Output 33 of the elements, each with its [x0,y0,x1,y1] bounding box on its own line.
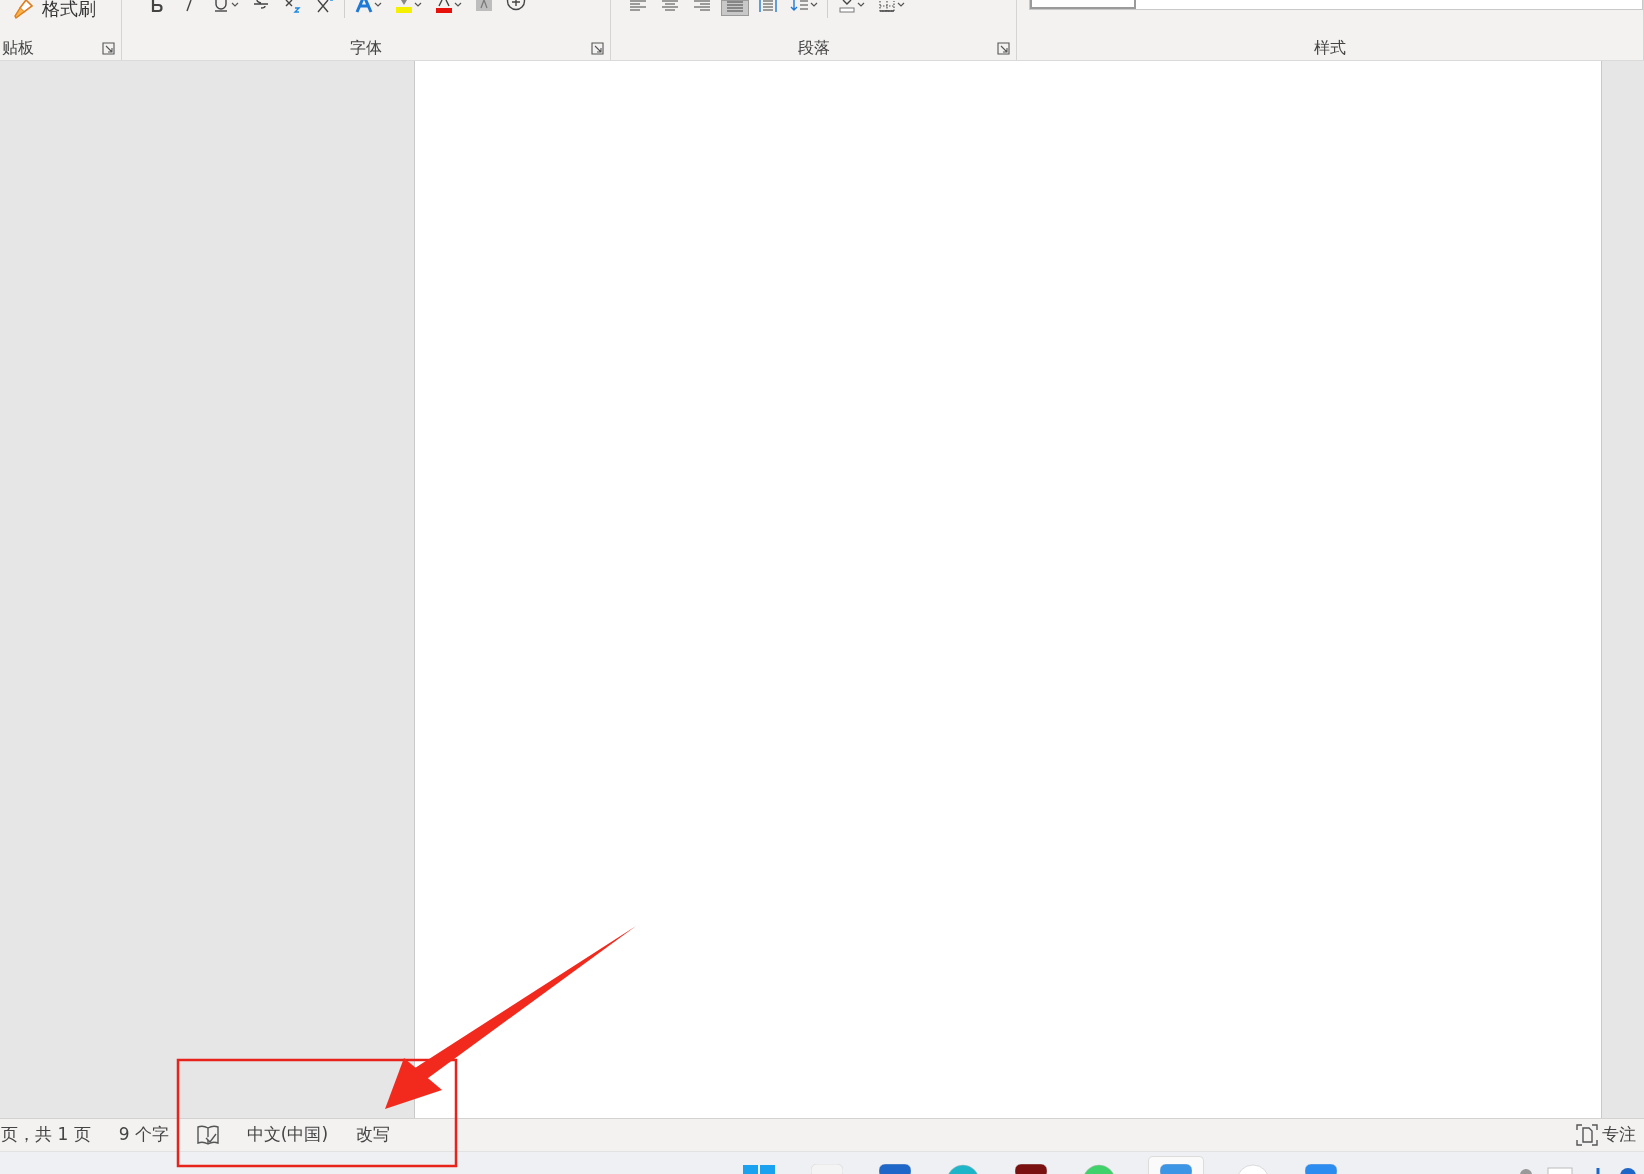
superscript-icon [315,0,335,14]
highlighter-icon [394,0,414,14]
distributed-icon [758,0,778,14]
align-right-icon [692,0,712,14]
justify-icon [725,1,745,15]
windows-logo-icon [742,1164,776,1174]
status-text[interactable]: 9 个字 [118,1122,169,1148]
group-label: 字体 [350,37,382,59]
group-label: 贴板 [2,37,34,59]
status-text[interactable]: 中文(中国) [246,1122,329,1148]
subscript-icon [283,0,303,14]
book-check-icon[interactable] [196,1125,219,1145]
font-color-icon [434,0,454,14]
group-label: 样式 [1314,37,1346,59]
align-center-icon [660,0,680,14]
borders-icon [877,0,897,14]
character-shading-icon [474,0,494,14]
paintbrush-icon [12,0,36,20]
paint-bucket-icon [837,0,857,14]
justify-button[interactable] [721,0,749,16]
system-tray-icon [1518,1166,1638,1174]
status-text[interactable]: 页，共 1 页 [1,1122,91,1148]
dialog-launcher-icon[interactable] [591,42,604,55]
format-painter-button[interactable]: 格式刷 [12,0,96,18]
dialog-launcher-icon[interactable] [102,42,115,55]
style-thumbnail[interactable] [1030,0,1136,9]
focus-icon [1576,1124,1598,1146]
align-left-icon [628,0,648,14]
dialog-launcher-icon[interactable] [997,42,1010,55]
focus-button[interactable]: 专注 [1576,1122,1636,1148]
status-text[interactable]: 改写 [356,1122,391,1148]
text-effect-icon [354,0,374,14]
group-label: 段落 [797,37,830,59]
